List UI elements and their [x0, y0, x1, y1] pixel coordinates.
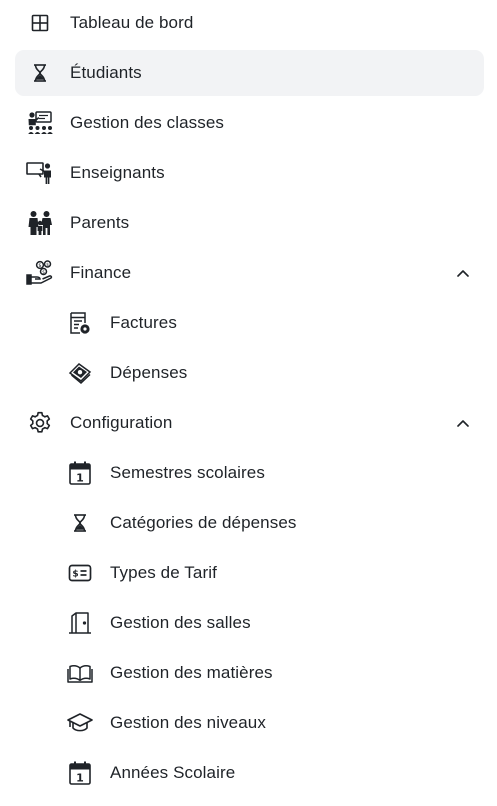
sidebar-item-finance[interactable]: $ $ $ Finance	[0, 250, 497, 296]
sidebar-item-teachers[interactable]: Enseignants	[0, 150, 497, 196]
sidebar-item-label: Étudiants	[70, 63, 142, 82]
sidebar-item-configuration[interactable]: Configuration	[0, 400, 497, 446]
sidebar-item-label: Gestion des niveaux	[110, 713, 266, 732]
sidebar-item-label: Semestres scolaires	[110, 463, 265, 482]
sidebar-item-levels[interactable]: Gestion des niveaux	[0, 700, 497, 746]
family-icon	[26, 209, 54, 237]
sidebar-item-rooms[interactable]: Gestion des salles	[0, 600, 497, 646]
sidebar-item-label: Configuration	[70, 413, 173, 432]
sidebar-nav: Tableau de bord Étudiants Gestion des cl…	[0, 0, 497, 800]
sidebar-item-label: Enseignants	[70, 163, 165, 182]
sidebar-item-label: Factures	[110, 313, 177, 332]
sidebar-item-label: Gestion des salles	[110, 613, 251, 632]
sidebar-item-label: Années Scolaire	[110, 763, 236, 782]
svg-text:$: $	[42, 269, 45, 275]
sidebar-item-label: Gestion des matières	[110, 663, 273, 682]
gear-icon	[26, 409, 54, 437]
sidebar-item-expense-categories[interactable]: Catégories de dépenses	[0, 500, 497, 546]
invoice-icon	[66, 309, 94, 337]
sidebar-item-classes[interactable]: Gestion des classes	[0, 100, 497, 146]
door-icon	[66, 609, 94, 637]
sidebar-item-label: Tableau de bord	[70, 13, 194, 32]
sidebar-item-fee-types[interactable]: $ Types de Tarif	[0, 550, 497, 596]
sidebar-item-subjects[interactable]: Gestion des matières	[0, 650, 497, 696]
svg-text:1: 1	[76, 772, 84, 785]
open-book-icon	[66, 659, 94, 687]
sidebar-item-expenses[interactable]: Dépenses	[0, 350, 497, 396]
hourglass-icon	[66, 509, 94, 537]
dollar-card-icon: $	[66, 559, 94, 587]
cash-stack-icon	[66, 359, 94, 387]
sidebar-item-label: Gestion des classes	[70, 113, 225, 132]
sidebar-item-semesters[interactable]: 1 Semestres scolaires	[0, 450, 497, 496]
sidebar-item-parents[interactable]: Parents	[0, 200, 497, 246]
sidebar-item-invoices[interactable]: Factures	[0, 300, 497, 346]
calendar-icon: 1	[66, 759, 94, 787]
sidebar-item-label: Finance	[70, 263, 132, 282]
sidebar-item-students[interactable]: Étudiants	[15, 50, 484, 96]
classroom-icon	[26, 109, 54, 137]
graduation-cap-icon	[66, 709, 94, 737]
money-hand-icon: $ $ $	[26, 259, 54, 287]
hourglass-icon	[26, 59, 54, 87]
svg-text:1: 1	[76, 472, 84, 485]
sidebar-item-label: Parents	[70, 213, 130, 232]
chevron-up-icon[interactable]	[456, 416, 470, 430]
svg-text:$: $	[46, 262, 49, 268]
chevron-up-icon[interactable]	[456, 266, 470, 280]
svg-text:$: $	[72, 570, 78, 580]
grid-icon	[26, 9, 54, 37]
sidebar-item-school-years[interactable]: 1 Années Scolaire	[0, 750, 497, 796]
sidebar-item-label: Catégories de dépenses	[110, 513, 297, 532]
calendar-icon: 1	[66, 459, 94, 487]
sidebar-item-label: Dépenses	[110, 363, 188, 382]
sidebar-item-dashboard[interactable]: Tableau de bord	[0, 0, 497, 46]
teacher-board-icon	[26, 159, 54, 187]
svg-text:$: $	[38, 263, 41, 269]
sidebar-item-label: Types de Tarif	[110, 563, 217, 582]
